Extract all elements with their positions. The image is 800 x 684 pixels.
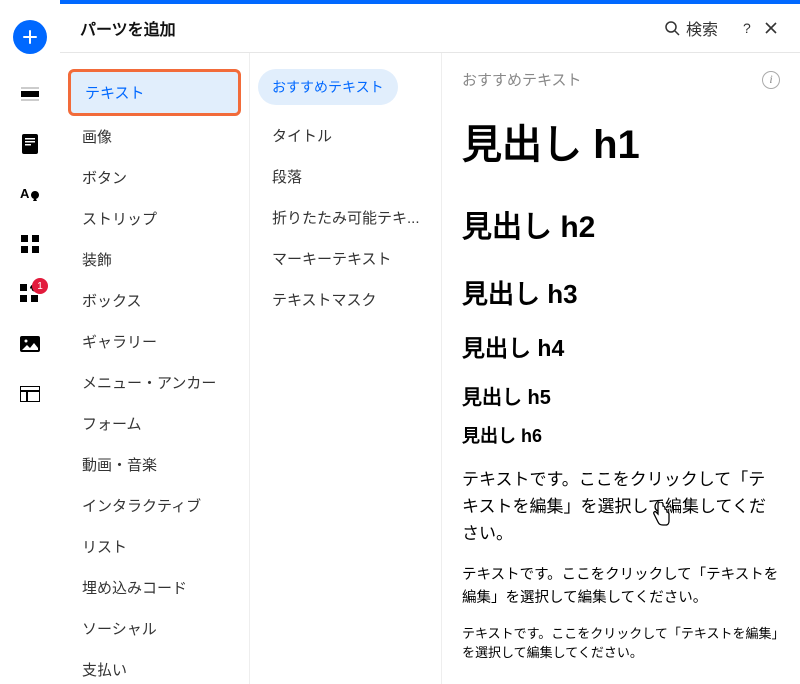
preview-pane: おすすめテキスト i 見出し h1 見出し h2 見出し h3 見出し h4 見… [442,53,800,684]
add-element-button[interactable] [13,20,47,54]
appstore-icon[interactable]: 1 [20,284,40,304]
panel-body: テキスト 画像 ボタン ストリップ 装飾 ボックス ギャラリー メニュー・アンカ… [60,53,800,684]
preview-section-label: おすすめテキスト [462,69,582,90]
category-decorative[interactable]: 装飾 [68,239,241,280]
notification-badge: 1 [32,278,48,294]
category-strip[interactable]: ストリップ [68,198,241,239]
help-icon: ? [740,21,754,35]
subcategory-textmask[interactable]: テキストマスク [258,279,441,320]
paragraph-medium-sample[interactable]: テキストです。ここをクリックして「テキストを編集」を選択して編集してください。 [462,564,780,610]
media-icon[interactable] [20,334,40,354]
close-button[interactable] [762,19,780,37]
search-button[interactable]: 検索 [664,16,718,40]
category-embed[interactable]: 埋め込みコード [68,567,241,608]
category-menu-anchor[interactable]: メニュー・アンカー [68,362,241,403]
subcategory-recommended[interactable]: おすすめテキスト [258,69,398,105]
search-icon [664,20,680,36]
layout-icon[interactable] [20,384,40,404]
svg-text:A: A [20,186,30,201]
heading-h1-sample[interactable]: 見出し h1 [462,112,780,170]
category-social[interactable]: ソーシャル [68,608,241,649]
subcategory-collapsible[interactable]: 折りたたみ可能テキ... [258,197,441,238]
subcategory-marquee[interactable]: マーキーテキスト [258,238,441,279]
info-button[interactable]: i [762,71,780,89]
category-form[interactable]: フォーム [68,403,241,444]
category-box[interactable]: ボックス [68,280,241,321]
heading-h6-sample[interactable]: 見出し h6 [462,422,780,448]
paragraph-large-sample[interactable]: テキストです。ここをクリックして「テキストを編集」を選択して編集してください。 [462,466,780,548]
sections-icon[interactable] [20,84,40,104]
close-icon [764,21,778,35]
category-gallery[interactable]: ギャラリー [68,321,241,362]
panel-title: パーツを追加 [80,16,664,40]
subcategory-title[interactable]: タイトル [258,115,441,156]
help-button[interactable]: ? [738,19,756,37]
category-list-elem[interactable]: リスト [68,526,241,567]
preview-header: おすすめテキスト i [462,69,780,90]
category-video-music[interactable]: 動画・音楽 [68,444,241,485]
category-button[interactable]: ボタン [68,157,241,198]
category-interactive[interactable]: インタラクティブ [68,485,241,526]
plus-icon [22,29,38,45]
category-image[interactable]: 画像 [68,116,241,157]
paragraph-large-text: テキストです。ここをクリックして「テキストを編集」を選択して編集してください。 [462,470,766,543]
category-text[interactable]: テキスト [68,69,241,116]
heading-h3-sample[interactable]: 見出し h3 [462,274,780,311]
search-label: 検索 [686,16,718,40]
heading-h4-sample[interactable]: 見出し h4 [462,329,780,363]
subcategory-list: おすすめテキスト タイトル 段落 折りたたみ可能テキ... マーキーテキスト テ… [250,53,442,684]
category-payment[interactable]: 支払い [68,649,241,684]
apps-icon[interactable] [20,234,40,254]
theme-icon[interactable]: A [20,184,40,204]
panel-header: パーツを追加 検索 ? [60,4,800,53]
left-rail: A 1 [0,0,60,684]
add-panel: パーツを追加 検索 ? テキスト 画像 ボタン ストリップ 装飾 ボックス ギャ… [60,4,800,684]
paragraph-small-sample[interactable]: テキストです。ここをクリックして「テキストを編集」を選択して編集してください。 [462,624,780,663]
pages-icon[interactable] [20,134,40,154]
svg-text:?: ? [743,21,751,35]
heading-h5-sample[interactable]: 見出し h5 [462,381,780,410]
heading-h2-sample[interactable]: 見出し h2 [462,202,780,246]
subcategory-paragraph[interactable]: 段落 [258,156,441,197]
category-list: テキスト 画像 ボタン ストリップ 装飾 ボックス ギャラリー メニュー・アンカ… [60,53,250,684]
